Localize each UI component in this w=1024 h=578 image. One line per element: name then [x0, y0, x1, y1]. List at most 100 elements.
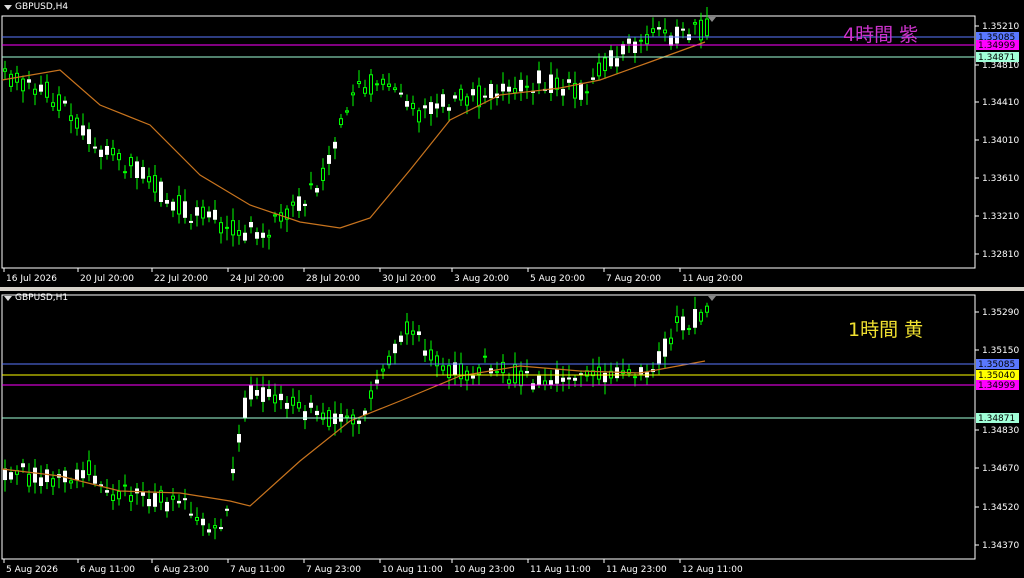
candle-body	[291, 201, 295, 206]
candle-body	[87, 460, 91, 476]
candle-body	[681, 28, 685, 31]
candle-body	[117, 153, 121, 161]
candle-body	[465, 96, 469, 106]
candle-body	[495, 371, 499, 374]
candle-body	[141, 167, 145, 179]
candle-body	[195, 207, 199, 216]
chart-panel-h1[interactable]: 1.35290 1.35150 1.34830 1.34670 1.34520 1.343…	[0, 291, 1024, 578]
candle-body	[321, 167, 325, 181]
candle-body	[519, 370, 523, 387]
candle-body	[153, 175, 157, 193]
x-axis-label: 30 Jul 20:00	[382, 274, 436, 284]
candle-body	[267, 234, 271, 238]
candle-body	[675, 26, 679, 44]
candle-body	[165, 199, 169, 204]
x-axis-label: 11 Aug 20:00	[682, 274, 743, 284]
candle-body	[399, 92, 403, 95]
x-axis-label: 24 Jul 20:00	[230, 274, 284, 284]
candle-body	[261, 232, 265, 238]
candle-body	[105, 490, 109, 493]
candle-body	[87, 129, 91, 145]
candle-body	[393, 343, 397, 354]
candle-body	[369, 390, 373, 399]
candle-body	[315, 410, 319, 416]
candle-body	[417, 110, 421, 123]
candle-body	[45, 469, 49, 483]
candle-body	[513, 88, 517, 94]
y-axis-label: 1.35210	[982, 22, 1019, 32]
candle-body	[231, 468, 235, 474]
candle-body	[309, 402, 313, 408]
y-axis-label: 1.34410	[982, 98, 1019, 108]
candle-body	[609, 50, 613, 67]
candle-body	[537, 70, 541, 84]
x-axis-label: 6 Aug 23:00	[154, 565, 209, 575]
candle-body	[63, 100, 67, 104]
candle-body	[69, 480, 73, 484]
candle-body	[213, 209, 217, 220]
candle-body	[363, 87, 367, 94]
x-axis-label: 12 Aug 11:00	[682, 565, 743, 575]
candle-body	[255, 390, 259, 396]
candle-body	[147, 176, 151, 183]
candle-body	[525, 371, 529, 374]
candle-body	[243, 232, 247, 241]
dropdown-arrow-icon[interactable]	[4, 295, 12, 301]
candle-body	[405, 321, 409, 335]
candle-body	[93, 146, 97, 149]
candle-body	[345, 110, 349, 113]
candle-body	[543, 380, 547, 386]
candle-body	[483, 95, 487, 98]
candle-body	[639, 39, 643, 42]
candle-body	[459, 88, 463, 101]
candle-body	[57, 94, 61, 111]
candle-body	[663, 338, 667, 357]
candle-body	[633, 376, 637, 379]
candle-body	[21, 463, 25, 468]
chart-frame	[1, 294, 976, 560]
candle-body	[93, 475, 97, 484]
x-axis-label: 10 Aug 11:00	[382, 565, 443, 575]
candle-body	[483, 355, 487, 358]
candle-body	[393, 87, 397, 91]
x-axis-label: 20 Jul 20:00	[80, 274, 134, 284]
candle-body	[423, 350, 427, 356]
candle-body	[375, 83, 379, 86]
chart-panel-h4[interactable]: 1.35210 1.34810 1.34410 1.34010 1.33610 1.332…	[0, 0, 1024, 287]
candle-body	[267, 389, 271, 397]
dropdown-arrow-icon[interactable]	[4, 4, 12, 10]
candle-body	[471, 89, 475, 96]
price-tag-label: 1.34999	[978, 381, 1015, 391]
candle-body	[285, 402, 289, 409]
candle-body	[297, 401, 301, 409]
candle-body	[147, 499, 151, 507]
price-tag-label: 1.35085	[978, 360, 1015, 370]
candle-body	[129, 156, 133, 167]
candle-body	[39, 477, 43, 486]
candle-body	[165, 501, 169, 512]
candle-body	[693, 22, 697, 25]
candle-body	[699, 311, 703, 322]
candle-body	[453, 95, 457, 99]
candle-body	[69, 115, 73, 122]
candle-body	[651, 28, 655, 33]
candle-body	[669, 337, 673, 345]
candle-body	[705, 305, 709, 313]
candle-body	[663, 29, 667, 34]
timeframe-note-h1: 1時間 黄	[848, 319, 924, 341]
candle-body	[189, 513, 193, 516]
y-axis-label: 1.32810	[982, 250, 1019, 260]
candle-body	[21, 78, 25, 92]
price-tag-label: 1.34999	[978, 41, 1015, 51]
candle-body	[405, 101, 409, 107]
candle-body	[261, 387, 265, 402]
candle-body	[597, 366, 601, 380]
candle-body	[249, 384, 253, 400]
chart-shift-marker	[708, 17, 716, 22]
candle-body	[549, 74, 553, 93]
candle-body	[225, 508, 229, 511]
candle-body	[477, 85, 481, 108]
x-axis-label: 22 Jul 20:00	[154, 274, 208, 284]
price-tag-label: 1.34871	[978, 53, 1015, 63]
y-axis-label: 1.34370	[982, 541, 1019, 551]
